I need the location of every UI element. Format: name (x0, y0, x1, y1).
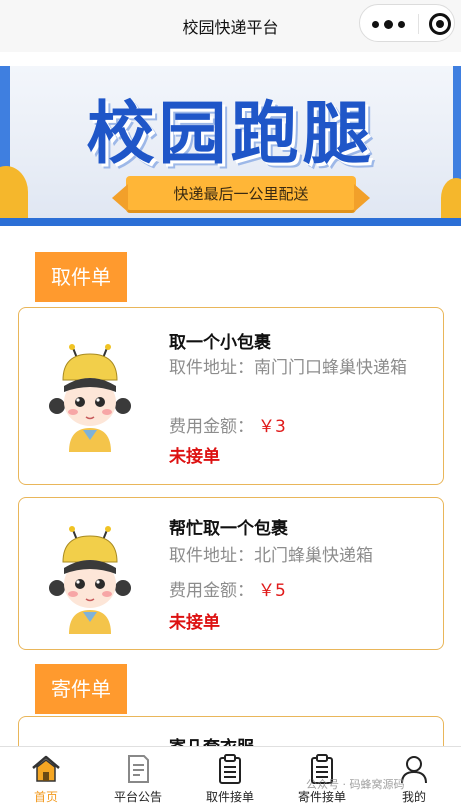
notice-icon (128, 755, 149, 783)
banner-title: 校园跑腿 (86, 95, 375, 174)
order-card[interactable]: 帮忙取一个包裹 取件地址：北门蜂巢快递箱 费用金额： ￥5 未接单 (18, 497, 444, 650)
order-fee: 费用金额： ￥3 (169, 412, 286, 437)
order-status: 未接单 (169, 447, 220, 467)
girl-avatar-icon (49, 344, 131, 452)
tab-label: 取件接单 (205, 790, 254, 804)
fee-label: 费用金额： (169, 417, 254, 437)
address-value: 南门门口蜂巢快递箱 (254, 358, 407, 378)
order-title: 取一个小包裹 (169, 333, 271, 353)
tab-pickup-orders[interactable]: 取件接单 (184, 747, 276, 804)
tab-label: 平台公告 (113, 790, 162, 804)
section-title-send: 寄件单 (35, 664, 127, 714)
watermark-text: 公众号 · 码蜂窝源码 (306, 778, 405, 791)
banner-subtitle: 快递最后一公里配送 (173, 185, 309, 203)
nav-bar: 校园快递平台 (0, 0, 461, 52)
address-label: 取件地址： (169, 546, 254, 566)
close-target-icon[interactable] (429, 13, 451, 35)
order-fee: 费用金额： ￥5 (169, 576, 286, 601)
banner-ribbon: 快递最后一公里配送 (112, 176, 370, 212)
banner-bottom-bar (0, 218, 461, 226)
banner-decoration-right (441, 178, 461, 218)
address-value: 北门蜂巢快递箱 (254, 546, 373, 566)
tab-bar: 首页 平台公告 取件接单 寄件接单 我的 (0, 746, 461, 804)
mini-program-capsule (359, 4, 455, 42)
capsule-divider (418, 14, 419, 34)
order-address: 取件地址：北门蜂巢快递箱 (169, 544, 431, 568)
address-label: 取件地址： (169, 358, 254, 378)
order-title: 帮忙取一个包裹 (169, 519, 288, 539)
order-address: 取件地址：南门门口蜂巢快递箱 (169, 356, 431, 380)
fee-amount: ￥3 (258, 417, 286, 437)
fee-amount: ￥5 (258, 581, 286, 601)
clipboard-icon (219, 754, 241, 784)
tab-label: 首页 (33, 790, 58, 804)
fee-label: 费用金额： (169, 581, 254, 601)
section-title-pickup: 取件单 (35, 252, 127, 302)
banner-image[interactable]: 校园跑腿 快递最后一公里配送 (0, 66, 461, 226)
more-dots-icon[interactable] (372, 17, 408, 31)
home-icon (32, 755, 60, 782)
tab-notice[interactable]: 平台公告 (92, 747, 184, 804)
order-card[interactable]: 取一个小包裹 取件地址：南门门口蜂巢快递箱 费用金额： ￥3 未接单 (18, 307, 444, 485)
girl-avatar-icon (49, 526, 131, 634)
order-status: 未接单 (169, 613, 220, 633)
tab-home[interactable]: 首页 (0, 747, 92, 804)
